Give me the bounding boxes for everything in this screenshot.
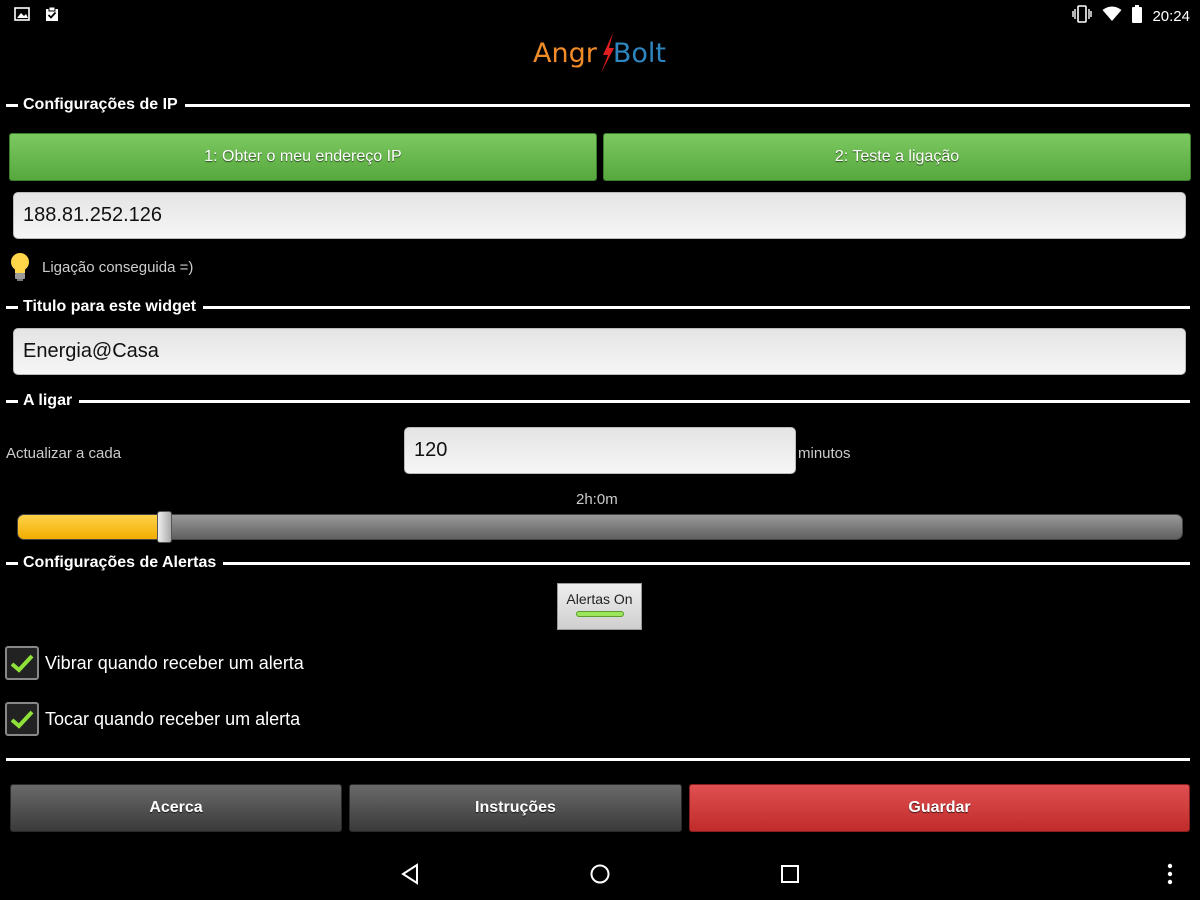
- save-button[interactable]: Guardar: [689, 784, 1190, 832]
- back-icon[interactable]: [396, 860, 424, 888]
- image-icon: [14, 6, 30, 22]
- widget-title-input[interactable]: Energia@Casa: [13, 328, 1186, 375]
- minutes-unit-label: minutos: [798, 445, 851, 462]
- section-title: A ligar: [23, 392, 73, 409]
- sound-alert-row[interactable]: Tocar quando receber um alerta: [5, 702, 300, 736]
- slider-thumb[interactable]: [157, 511, 172, 543]
- ip-address-input[interactable]: 188.81.252.126: [13, 192, 1186, 239]
- lightbulb-icon: [11, 253, 29, 281]
- section-title: Titulo para este widget: [23, 298, 197, 315]
- overflow-menu-icon[interactable]: [1156, 860, 1184, 888]
- section-header-ip: Configurações de IP: [6, 95, 1190, 115]
- status-message: Ligação conseguida =): [42, 258, 194, 276]
- test-connection-button[interactable]: 2: Teste a ligação: [603, 133, 1191, 181]
- system-nav-bar: [0, 848, 1200, 900]
- logo-text-angr: Angr: [533, 37, 597, 69]
- update-interval-label: Actualizar a cada: [6, 445, 122, 462]
- section-header-alerts: Configurações de Alertas: [6, 553, 1190, 573]
- vibrate-checkbox[interactable]: [5, 646, 39, 680]
- section-header-widget-title: Titulo para este widget: [6, 297, 1190, 317]
- clock-time: 20:24: [1152, 8, 1190, 25]
- sound-label: Tocar quando receber um alerta: [45, 708, 301, 729]
- update-interval-input[interactable]: 120: [404, 427, 796, 474]
- toggle-on-indicator: [575, 611, 624, 617]
- wifi-icon: [1102, 6, 1122, 27]
- connection-status: Ligação conseguida =): [8, 252, 193, 282]
- section-title: Configurações de Alertas: [23, 554, 217, 571]
- home-icon[interactable]: [586, 860, 614, 888]
- slider-fill: [18, 515, 165, 539]
- checkmark-icon: [10, 710, 34, 729]
- lightning-bolt-icon: [601, 33, 614, 73]
- slider-value-label: 2h:0m: [576, 491, 618, 508]
- checkmark-icon: [10, 654, 34, 673]
- alerts-toggle-button[interactable]: Alertas On: [557, 583, 642, 630]
- footer-divider: [6, 758, 1190, 761]
- status-bar: 20:24: [0, 0, 1200, 30]
- section-header-connect: A ligar: [6, 391, 1190, 411]
- vibrate-label: Vibrar quando receber um alerta: [45, 652, 304, 673]
- clipboard-check-icon: [44, 6, 60, 22]
- get-ip-button[interactable]: 1: Obter o meu endereço IP: [9, 133, 597, 181]
- vibrate-alert-row[interactable]: Vibrar quando receber um alerta: [5, 646, 304, 680]
- instructions-button[interactable]: Instruções: [349, 784, 682, 832]
- section-title: Configurações de IP: [23, 96, 178, 113]
- logo-text-bolt: Bolt: [612, 37, 666, 69]
- about-button[interactable]: Acerca: [10, 784, 342, 832]
- vibrate-icon: [1072, 5, 1093, 28]
- update-interval-slider[interactable]: [17, 514, 1183, 540]
- recents-icon[interactable]: [776, 860, 804, 888]
- battery-icon: [1132, 5, 1143, 28]
- app-logo: Angr Bolt: [533, 33, 666, 73]
- toggle-label: Alertas On: [566, 591, 633, 607]
- sound-checkbox[interactable]: [5, 702, 39, 736]
